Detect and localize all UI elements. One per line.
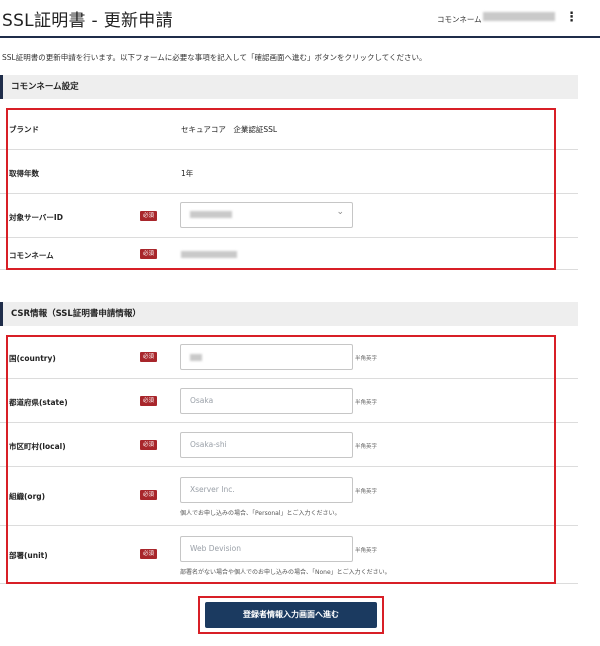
required-badge: 必須: [140, 549, 157, 559]
years-label: 取得年数: [9, 169, 39, 178]
unit-note: 部署名がない場合や個人でのお申し込みの場合、「None」とご入力ください。: [180, 569, 391, 576]
country-input[interactable]: [180, 344, 353, 370]
row-years: 取得年数 1年: [0, 150, 578, 194]
org-input[interactable]: Xserver Inc.: [180, 477, 353, 503]
server-id-label: 対象サーバーID: [9, 213, 63, 222]
required-badge: 必須: [140, 249, 157, 259]
unit-input[interactable]: Web Devision: [180, 536, 353, 562]
row-local: 市区町村(local) 必須 Osaka-shi 半角英字: [0, 423, 578, 467]
row-state: 都道府県(state) 必須 Osaka 半角英字: [0, 379, 578, 423]
org-label: 組織(org): [9, 492, 46, 501]
row-country: 国(country) 必須 半角英字: [0, 335, 578, 379]
more-vertical-icon[interactable]: ⋮: [565, 9, 578, 27]
section-common-name-header: コモンネーム設定: [0, 75, 578, 99]
unit-hint: 半角英字: [355, 548, 378, 554]
common-name-value-redacted: [181, 251, 237, 258]
brand-label: ブランド: [9, 125, 39, 134]
chevron-down-icon: ⌄: [336, 207, 344, 217]
local-input[interactable]: Osaka-shi: [180, 432, 353, 458]
state-hint: 半角英字: [355, 400, 378, 406]
common-name-field-label: コモンネーム: [9, 251, 54, 260]
org-note: 個人でお申し込みの場合、「Personal」とご入力ください。: [180, 510, 341, 517]
page-header: SSL証明書 - 更新申請 コモンネーム ⋮: [0, 0, 600, 38]
row-server-id: 対象サーバーID 必須 ⌄: [0, 194, 578, 238]
state-input[interactable]: Osaka: [180, 388, 353, 414]
server-id-value-redacted: [190, 211, 232, 218]
country-label: 国(country): [9, 354, 56, 363]
intro-text: SSL証明書の更新申請を行います。以下フォームに必要な事項を記入して「確認画面へ…: [2, 53, 427, 62]
row-unit: 部署(unit) 必須 Web Devision 半角英字 部署名がない場合や個…: [0, 526, 578, 584]
required-badge: 必須: [140, 396, 157, 406]
country-hint: 半角英字: [355, 356, 378, 362]
unit-label: 部署(unit): [9, 551, 48, 560]
section-csr-header: CSR情報（SSL証明書申請情報）: [0, 302, 578, 326]
years-value: 1年: [181, 169, 194, 178]
required-badge: 必須: [140, 211, 157, 221]
org-hint: 半角英字: [355, 489, 378, 495]
required-badge: 必須: [140, 352, 157, 362]
row-common-name: コモンネーム 必須: [0, 238, 578, 270]
server-id-select[interactable]: ⌄: [180, 202, 353, 228]
state-label: 都道府県(state): [9, 398, 68, 407]
local-label: 市区町村(local): [9, 442, 66, 451]
common-name-label: コモンネーム: [437, 15, 482, 24]
proceed-button[interactable]: 登録者情報入力画面へ進む: [205, 602, 377, 628]
common-name-value-redacted: [483, 12, 555, 21]
page-title: SSL証明書 - 更新申請: [2, 11, 173, 31]
required-badge: 必須: [140, 440, 157, 450]
brand-value: セキュアコア 企業認証SSL: [181, 125, 278, 134]
required-badge: 必須: [140, 490, 157, 500]
row-org: 組織(org) 必須 Xserver Inc. 半角英字 個人でお申し込みの場合…: [0, 467, 578, 526]
local-hint: 半角英字: [355, 444, 378, 450]
row-brand: ブランド セキュアコア 企業認証SSL: [0, 108, 578, 150]
country-value-redacted: [190, 354, 202, 361]
